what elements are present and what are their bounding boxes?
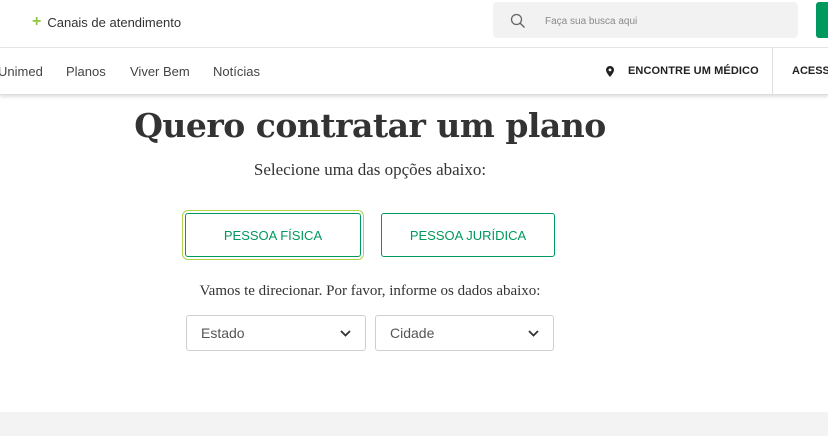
chevron-down-icon [528, 329, 539, 337]
footer-band [0, 412, 828, 436]
page-title: Quero contratar um plano [134, 106, 606, 145]
nav-item-viver-bem[interactable]: Viver Bem [130, 64, 190, 79]
cidade-value: Cidade [390, 325, 435, 341]
page-subtitle: Selecione uma das opções abaixo: [253, 160, 487, 179]
estado-value: Estado [201, 325, 245, 341]
acesso-link[interactable]: ACESSO [792, 65, 828, 77]
search-icon[interactable] [510, 13, 526, 29]
cidade-select[interactable]: Cidade [375, 315, 554, 351]
pessoa-fisica-button[interactable]: PESSOA FÍSICA [185, 213, 361, 257]
encontre-medico-link[interactable]: ENCONTRE UM MÉDICO [606, 65, 759, 77]
nav-item-planos[interactable]: Planos [66, 64, 106, 79]
top-bar: + Canais de atendimento [0, 0, 828, 48]
pessoa-juridica-label: PESSOA JURÍDICA [409, 227, 527, 243]
login-button[interactable] [816, 2, 828, 38]
estado-select[interactable]: Estado [186, 315, 366, 351]
chevron-down-icon [340, 329, 351, 337]
nav-item-unimed[interactable]: Unimed [0, 64, 43, 79]
instruction-text: Vamos te direcionar. Por favor, informe … [199, 283, 541, 299]
pessoa-juridica-button[interactable]: PESSOA JURÍDICA [381, 213, 555, 257]
location-pin-icon [606, 65, 614, 77]
canais-link[interactable]: + Canais de atendimento [32, 14, 181, 30]
encontre-medico-label: ENCONTRE UM MÉDICO [628, 65, 759, 77]
plus-icon: + [32, 13, 42, 30]
nav-divider [772, 48, 773, 94]
nav-item-noticias[interactable]: Notícias [213, 64, 260, 79]
search-box[interactable] [493, 2, 798, 38]
search-input[interactable] [543, 10, 787, 32]
pessoa-fisica-label: PESSOA FÍSICA [223, 227, 323, 243]
main-nav: Unimed Planos Viver Bem Notícias ENCONTR… [0, 48, 828, 95]
canais-label: Canais de atendimento [47, 14, 182, 30]
